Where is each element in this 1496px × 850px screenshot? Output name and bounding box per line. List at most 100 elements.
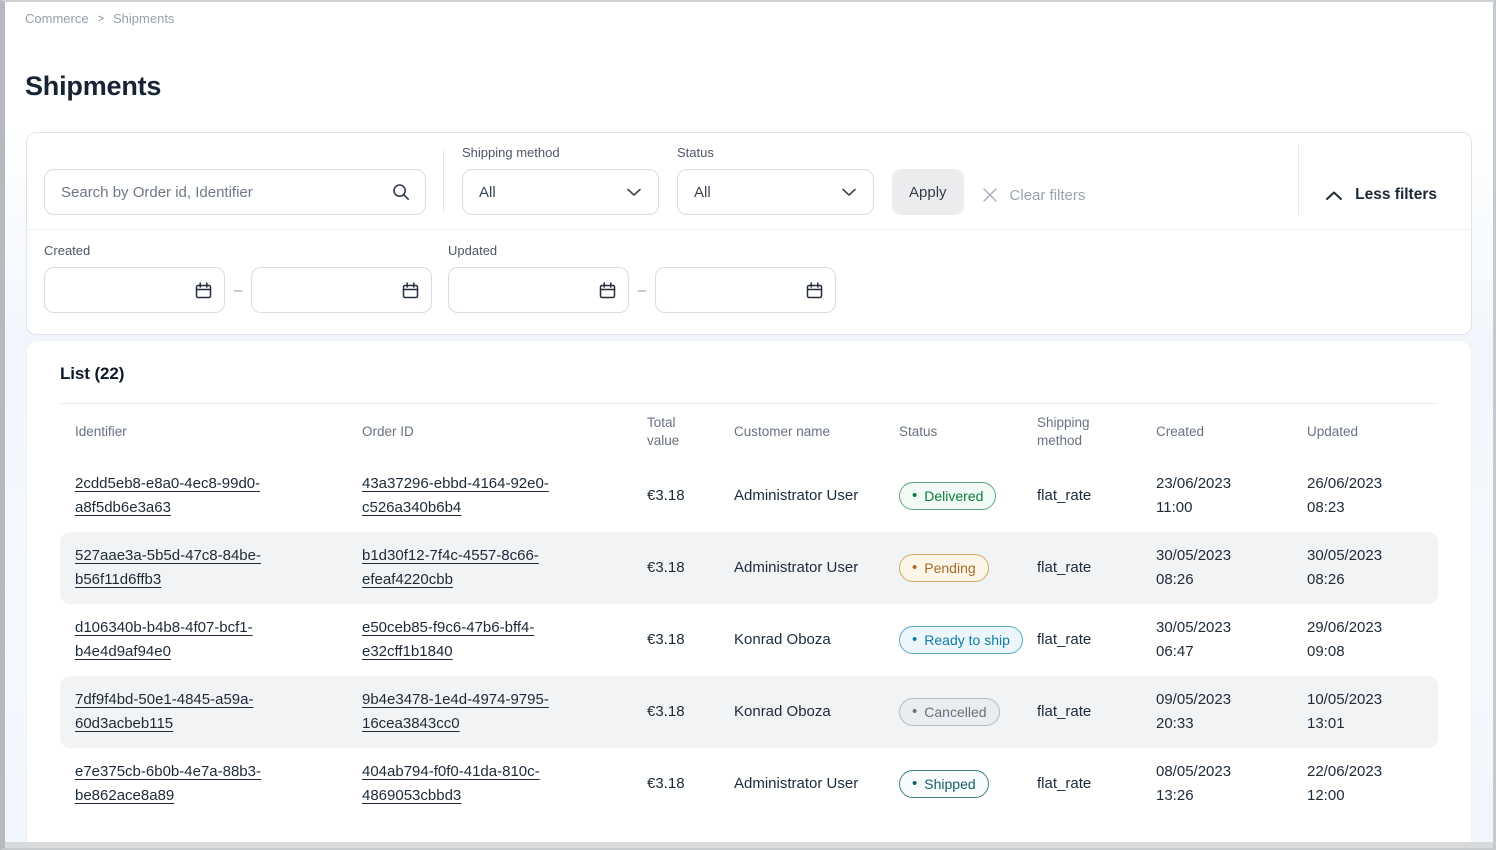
- breadcrumb-commerce[interactable]: Commerce: [25, 11, 89, 26]
- created-date: 09/05/2023: [1156, 688, 1291, 712]
- column-header-created: Created: [1156, 423, 1307, 441]
- updated-time: 13:01: [1307, 712, 1422, 736]
- created-date: 30/05/2023: [1156, 544, 1291, 568]
- breadcrumb-current: Shipments: [113, 11, 174, 26]
- filter-divider-vertical: [1298, 145, 1299, 215]
- clear-filters-label: Clear filters: [1010, 187, 1086, 204]
- calendar-icon[interactable]: [597, 280, 617, 300]
- identifier-link[interactable]: 7df9f4bd-50e1-4845-a59a-60d3acbeb115: [75, 688, 293, 736]
- column-header-total-value: Total value: [647, 414, 699, 450]
- calendar-icon[interactable]: [400, 280, 420, 300]
- chevron-down-icon: [626, 187, 642, 197]
- table-row: 2cdd5eb8-e8a0-4ec8-99d0-a8f5db6e3a63 43a…: [60, 460, 1438, 532]
- status-badge: Shipped: [899, 770, 989, 798]
- total-value: €3.18: [647, 772, 734, 796]
- updated-time: 12:00: [1307, 784, 1422, 808]
- total-value: €3.18: [647, 484, 734, 508]
- shipments-page: Commerce > Shipments Shipments Shippi: [0, 0, 1496, 850]
- updated-range-filter: Updated –: [448, 243, 836, 313]
- less-filters-toggle[interactable]: Less filters: [1325, 186, 1437, 204]
- updated-date: 10/05/2023: [1307, 688, 1422, 712]
- column-header-status: Status: [899, 423, 1037, 441]
- identifier-link[interactable]: 527aae3a-5b5d-47c8-84be-b56f11d6ffb3: [75, 544, 293, 592]
- total-value: €3.18: [647, 628, 734, 652]
- status-badge: Ready to ship: [899, 626, 1023, 654]
- updated-date: 22/06/2023: [1307, 760, 1422, 784]
- search-input[interactable]: [44, 169, 426, 215]
- shipments-list-card: List (22) Identifier Order ID Total valu…: [26, 340, 1472, 848]
- identifier-link[interactable]: 2cdd5eb8-e8a0-4ec8-99d0-a8f5db6e3a63: [75, 472, 293, 520]
- updated-time: 08:26: [1307, 568, 1422, 592]
- order-id-link[interactable]: e50ceb85-f9c6-47b6-bff4-e32cff1b1840: [362, 616, 580, 664]
- status-value: All: [694, 184, 711, 201]
- table-row: d106340b-b4b8-4f07-bcf1-b4e4d9af94e0 e50…: [60, 604, 1438, 676]
- shipping-method: flat_rate: [1037, 556, 1156, 580]
- updated-cell: 22/06/2023 12:00: [1307, 760, 1438, 808]
- customer-name: Administrator User: [734, 484, 899, 508]
- shipping-method: flat_rate: [1037, 484, 1156, 508]
- shipping-method-select[interactable]: All: [462, 169, 659, 215]
- customer-name: Konrad Oboza: [734, 700, 899, 724]
- customer-name: Administrator User: [734, 556, 899, 580]
- table-row: 7df9f4bd-50e1-4845-a59a-60d3acbeb115 9b4…: [60, 676, 1438, 748]
- shipping-method: flat_rate: [1037, 628, 1156, 652]
- search-field: [44, 169, 426, 215]
- updated-date: 30/05/2023: [1307, 544, 1422, 568]
- created-range-filter: Created –: [44, 243, 432, 313]
- created-cell: 30/05/2023 08:26: [1156, 544, 1307, 592]
- updated-time: 09:08: [1307, 640, 1422, 664]
- filters-row-primary: Shipping method All Status All: [27, 133, 1471, 229]
- created-time: 13:26: [1156, 784, 1291, 808]
- order-id-link[interactable]: 404ab794-f0f0-41da-810c-4869053cbbd3: [362, 760, 580, 808]
- calendar-icon[interactable]: [804, 280, 824, 300]
- status-badge: Cancelled: [899, 698, 1000, 726]
- created-time: 20:33: [1156, 712, 1291, 736]
- total-value: €3.18: [647, 700, 734, 724]
- status-badge: Pending: [899, 554, 989, 582]
- created-cell: 23/06/2023 11:00: [1156, 472, 1307, 520]
- column-header-order-id: Order ID: [362, 423, 647, 441]
- identifier-link[interactable]: d106340b-b4b8-4f07-bcf1-b4e4d9af94e0: [75, 616, 293, 664]
- updated-to-field: [655, 267, 836, 313]
- updated-time: 08:23: [1307, 496, 1422, 520]
- created-date: 08/05/2023: [1156, 760, 1291, 784]
- shipping-method-filter: Shipping method All: [462, 145, 659, 215]
- less-filters-label: Less filters: [1355, 186, 1437, 204]
- table-header: Identifier Order ID Total value Customer…: [60, 404, 1438, 460]
- created-label: Created: [44, 243, 432, 258]
- shipping-method: flat_rate: [1037, 700, 1156, 724]
- range-separator: –: [629, 282, 655, 299]
- order-id-link[interactable]: b1d30f12-7f4c-4557-8c66-efeaf4220cbb: [362, 544, 580, 592]
- order-id-link[interactable]: 43a37296-ebbd-4164-92e0-c526a340b6b4: [362, 472, 580, 520]
- apply-button[interactable]: Apply: [892, 169, 964, 215]
- calendar-icon[interactable]: [193, 280, 213, 300]
- created-cell: 08/05/2023 13:26: [1156, 760, 1307, 808]
- shipping-method-value: All: [479, 184, 496, 201]
- column-header-updated: Updated: [1307, 423, 1438, 441]
- updated-label: Updated: [448, 243, 836, 258]
- range-separator: –: [225, 282, 251, 299]
- created-cell: 30/05/2023 06:47: [1156, 616, 1307, 664]
- search-icon[interactable]: [390, 181, 412, 203]
- main-content: Shipping method All Status All: [5, 129, 1493, 848]
- table-body: 2cdd5eb8-e8a0-4ec8-99d0-a8f5db6e3a63 43a…: [60, 460, 1438, 820]
- created-date: 23/06/2023: [1156, 472, 1291, 496]
- clear-filters-button[interactable]: Clear filters: [981, 186, 1086, 204]
- horizontal-scrollbar[interactable]: [5, 842, 1493, 848]
- created-time: 11:00: [1156, 496, 1291, 520]
- order-id-link[interactable]: 9b4e3478-1e4d-4974-9795-16cea3843cc0: [362, 688, 580, 736]
- table-row: 527aae3a-5b5d-47c8-84be-b56f11d6ffb3 b1d…: [60, 532, 1438, 604]
- customer-name: Konrad Oboza: [734, 628, 899, 652]
- identifier-link[interactable]: e7e375cb-6b0b-4e7a-88b3-be862ace8a89: [75, 760, 293, 808]
- shipping-method: flat_rate: [1037, 772, 1156, 796]
- updated-date: 29/06/2023: [1307, 616, 1422, 640]
- status-select[interactable]: All: [677, 169, 874, 215]
- page-title: Shipments: [25, 70, 1493, 103]
- updated-cell: 29/06/2023 09:08: [1307, 616, 1438, 664]
- total-value: €3.18: [647, 556, 734, 580]
- status-badge: Delivered: [899, 482, 996, 510]
- filters-panel: Shipping method All Status All: [26, 132, 1472, 335]
- chevron-down-icon: [841, 187, 857, 197]
- shipping-method-label: Shipping method: [462, 145, 659, 160]
- list-title: List (22): [60, 364, 1438, 384]
